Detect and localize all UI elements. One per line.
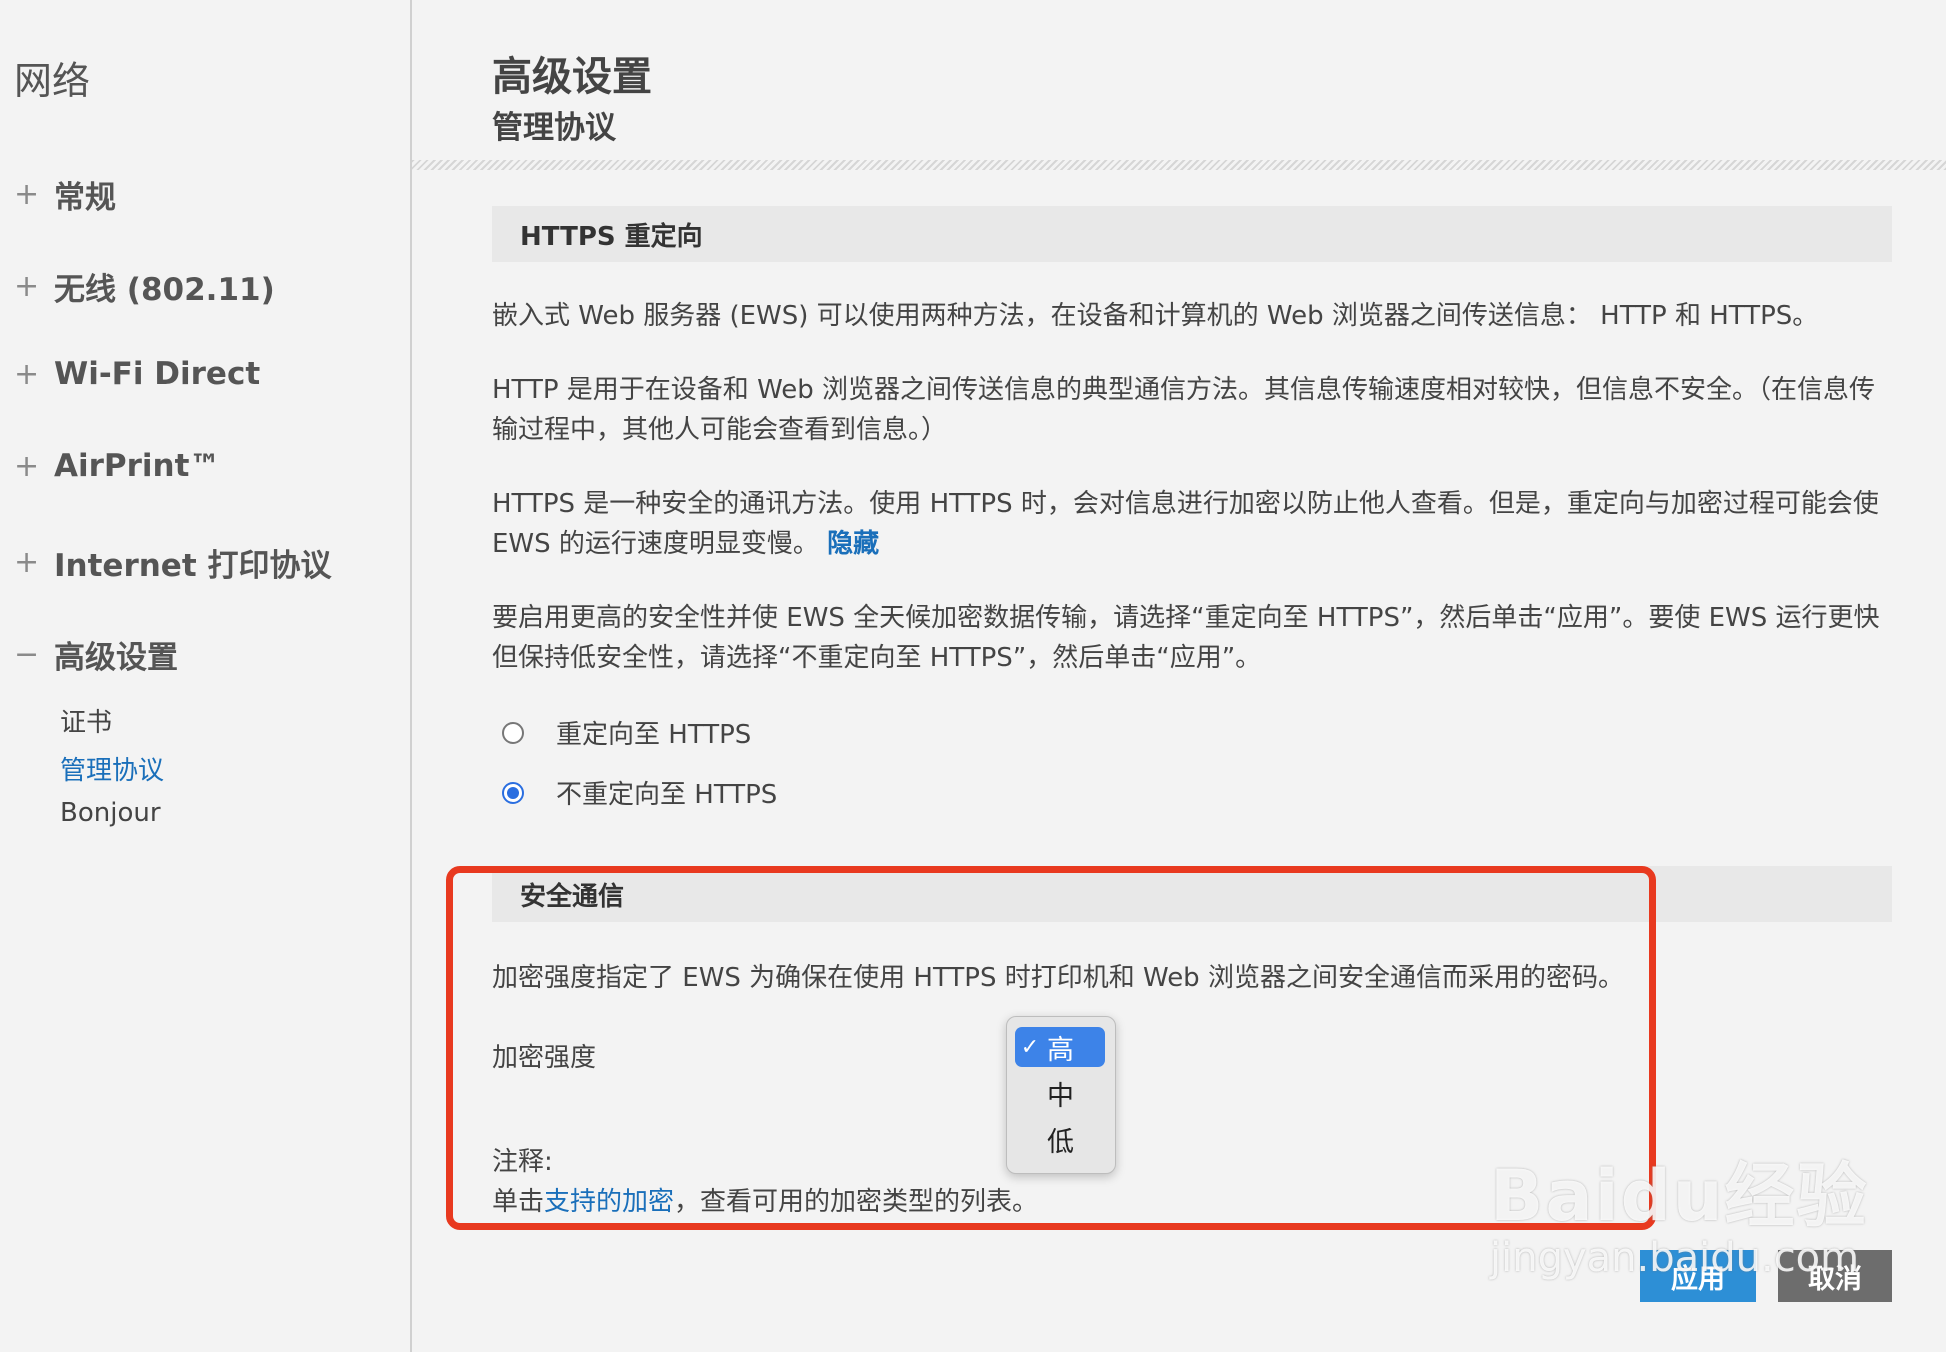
plus-icon: + — [14, 448, 40, 484]
https-description-text: HTTPS 是一种安全的通讯方法。使用 HTTPS 时，会对信息进行加密以防止他… — [492, 489, 1879, 559]
sidebar-item-label: 无线 (802.11) — [54, 272, 275, 308]
radio-label: 不重定向至 HTTPS — [556, 780, 778, 810]
redirect-https-option[interactable]: 重定向至 HTTPS — [502, 714, 751, 751]
sidebar-item-label: Wi-Fi Direct — [54, 356, 261, 392]
sidebar-item-advanced[interactable]: − 高级设置 — [14, 632, 178, 677]
radio-label: 重定向至 HTTPS — [556, 720, 752, 750]
red-highlight-annotation — [446, 866, 1656, 1230]
sidebar-subitem-certificates[interactable]: 证书 — [60, 702, 112, 739]
watermark-logo: Baidu经验 — [1490, 1155, 1869, 1237]
sidebar-item-internet-printing[interactable]: + Internet 打印协议 — [14, 540, 331, 585]
sidebar-item-label: AirPrint™ — [54, 448, 221, 484]
sidebar: 网络 + 常规 + 无线 (802.11) + Wi-Fi Direct + A… — [0, 0, 412, 1352]
hide-link[interactable]: 隐藏 — [827, 529, 879, 559]
sidebar-item-wireless[interactable]: + 无线 (802.11) — [14, 264, 275, 309]
header-divider — [412, 160, 1946, 170]
page-title: 高级设置 — [492, 54, 652, 100]
watermark-url: jingyan.baidu.com — [1490, 1235, 1860, 1281]
plus-icon: + — [14, 269, 40, 304]
sidebar-item-general[interactable]: + 常规 — [14, 172, 116, 217]
plus-icon: + — [14, 177, 40, 212]
https-section-header: HTTPS 重定向 — [492, 206, 1892, 262]
sidebar-subitem-bonjour[interactable]: Bonjour — [60, 798, 161, 828]
sidebar-item-airprint[interactable]: + AirPrint™ — [14, 448, 220, 484]
no-redirect-https-option[interactable]: 不重定向至 HTTPS — [502, 774, 777, 811]
https-intro-text: 嵌入式 Web 服务器 (EWS) 可以使用两种方法，在设备和计算机的 Web … — [492, 301, 1819, 331]
sidebar-subitem-management-protocols[interactable]: 管理协议 — [60, 750, 164, 787]
sidebar-item-wifi-direct[interactable]: + Wi-Fi Direct — [14, 356, 260, 392]
sidebar-item-label: 高级设置 — [54, 640, 178, 676]
page-subtitle: 管理协议 — [492, 110, 616, 146]
http-description-text: HTTP 是用于在设备和 Web 浏览器之间传送信息的典型通信方法。其信息传输速… — [492, 375, 1876, 445]
sidebar-item-label: 常规 — [54, 180, 116, 216]
minus-icon: − — [14, 637, 40, 672]
sidebar-item-label: Internet 打印协议 — [54, 548, 332, 584]
plus-icon: + — [14, 356, 40, 392]
plus-icon: + — [14, 545, 40, 580]
sidebar-title: 网络 — [14, 59, 91, 103]
baidu-watermark: Baidu经验 jingyan.baidu.com — [1490, 1140, 1869, 1281]
radio-no-redirect-https[interactable] — [502, 781, 524, 804]
radio-redirect-https[interactable] — [502, 721, 524, 744]
https-description: HTTPS 是一种安全的通讯方法。使用 HTTPS 时，会对信息进行加密以防止他… — [492, 484, 1897, 564]
redirect-instruction-text: 要启用更高的安全性并使 EWS 全天候加密数据传输，请选择“重定向至 HTTPS… — [492, 603, 1880, 673]
